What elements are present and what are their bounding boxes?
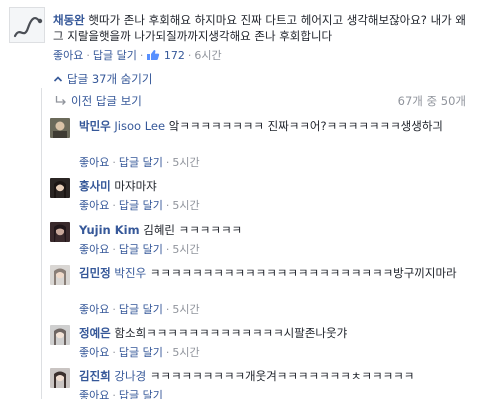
profile-photo-icon — [50, 222, 70, 242]
reply-mention[interactable]: Jisoo Lee — [114, 119, 165, 133]
squiggle-avatar-icon — [10, 8, 44, 42]
reply-author[interactable]: 김민정 — [79, 266, 111, 280]
reply-text: 박민우 Jisoo Lee 앜ㅋㅋㅋㅋㅋㅋㅋㅋ 진짜ㅋㅋ어?ㅋㅋㅋㅋㅋㅋㅋ생생하… — [79, 118, 471, 134]
reply-time[interactable]: 5시간 — [172, 156, 199, 169]
reply-author[interactable]: 김진희 — [79, 369, 111, 383]
reply-body: ㅋㅋㅋㅋㅋㅋㅋㅋㅋㅋㅋㅋㅋㅋㅋㅋㅋㅋㅋㅋㅋㅋㅋ방구끼지마라 — [149, 266, 457, 280]
profile-photo-icon — [50, 325, 70, 345]
reply-like-link[interactable]: 좋아요 — [79, 156, 109, 169]
reply-like-link[interactable]: 좋아요 — [79, 346, 109, 359]
reply-item: 정예은 함소희ㅋㅋㅋㅋㅋㅋㅋㅋㅋㅋㅋㅋㅋ시팔존나웃갸 좋아요 · 답글 달기 · 5시간 — [50, 325, 474, 365]
reply-time[interactable]: 5시간 — [172, 199, 199, 212]
reply-body: ㅋㅋㅋㅋㅋㅋㅋㅋㅋ개웃겨ㅋㅋㅋㅋㅋㅋㅋㅊㅋㅋㅋㅋㅋ — [149, 369, 415, 383]
top-comment-body: 햇따가 존나 후회해요 하지마요 진짜 다트고 헤어지고 생각해보잖아요? 내가… — [53, 13, 466, 43]
top-comment-text: 채동완 햇따가 존나 후회해요 하지마요 진짜 다트고 헤어지고 생각해보잖아요… — [53, 12, 471, 44]
previous-replies-link[interactable]: 이전 답글 보기 — [55, 94, 142, 108]
reply-body: 앜ㅋㅋㅋㅋㅋㅋㅋㅋ 진짜ㅋㅋ어?ㅋㅋㅋㅋㅋㅋㅋ생생하긔 — [168, 119, 443, 133]
reply-body: 김혜린 ㅋㅋㅋㅋㅋㅋ — [143, 223, 243, 237]
profile-photo-icon — [50, 265, 70, 285]
reply-meta: 좋아요 · 답글 달기 · 5시간 — [79, 199, 200, 212]
reply-like-link[interactable]: 좋아요 — [79, 303, 109, 316]
avatar[interactable] — [50, 178, 70, 198]
reply-like-link[interactable]: 좋아요 — [79, 243, 109, 256]
reply-time[interactable]: 5시간 — [172, 243, 199, 256]
reply-reply-link[interactable]: 답글 달기 — [119, 303, 163, 316]
reply-time[interactable]: 5시간 — [172, 303, 199, 316]
profile-photo-icon — [50, 178, 70, 198]
thumbs-up-icon — [147, 50, 160, 60]
reply-reply-link[interactable]: 답글 달기 — [119, 346, 163, 359]
reply-author[interactable]: 박민우 — [79, 119, 111, 133]
reply-item: Yujin Kim 김혜린 ㅋㅋㅋㅋㅋㅋ 좋아요 · 답글 달기 · 5시간 — [50, 222, 474, 262]
previous-replies-count: 67개 중 50개 — [397, 94, 466, 108]
reply-reply-link[interactable]: 답글 달기 — [119, 156, 163, 169]
reply-body: 함소희ㅋㅋㅋㅋㅋㅋㅋㅋㅋㅋㅋㅋㅋ시팔존나웃갸 — [114, 326, 348, 340]
reply-meta: 좋아요 · 답글 달기 · 5시간 — [79, 346, 200, 359]
reply-mention[interactable]: 강나경 — [114, 369, 146, 383]
reply-mention[interactable]: 박진우 — [114, 266, 146, 280]
top-comment-reply-link[interactable]: 답글 달기 — [93, 49, 137, 62]
reply-like-link[interactable]: 좋아요 — [79, 199, 109, 212]
profile-photo-icon — [50, 118, 70, 138]
avatar[interactable] — [50, 118, 70, 138]
top-comment-like-count[interactable]: 172 — [146, 49, 185, 62]
previous-replies-label: 이전 답글 보기 — [71, 94, 142, 108]
reply-meta: 좋아요 · 답글 달기 — [79, 389, 163, 399]
reply-author[interactable]: 홍사미 — [79, 179, 111, 193]
top-comment-avatar[interactable] — [9, 7, 45, 43]
reply-like-link[interactable]: 좋아요 — [79, 389, 109, 399]
chevron-up-icon — [53, 76, 63, 82]
reply-meta: 좋아요 · 답글 달기 · 5시간 — [79, 303, 200, 316]
reply-reply-link[interactable]: 답글 달기 — [119, 199, 163, 212]
hide-replies-link[interactable]: 답글 37개 숨기기 — [53, 70, 473, 88]
top-comment-author[interactable]: 채동완 — [53, 13, 85, 27]
top-comment-time[interactable]: 6시간 — [194, 49, 221, 62]
profile-photo-icon — [50, 368, 70, 388]
reply-author[interactable]: Yujin Kim — [79, 223, 140, 237]
avatar[interactable] — [50, 222, 70, 242]
top-comment-like-link[interactable]: 좋아요 — [53, 49, 83, 62]
replies-list: 이전 답글 보기 67개 중 50개 박민우 Jisoo Lee 앜ㅋㅋㅋㅋㅋㅋ… — [41, 88, 477, 399]
reply-item: 김민정 박진우 ㅋㅋㅋㅋㅋㅋㅋㅋㅋㅋㅋㅋㅋㅋㅋㅋㅋㅋㅋㅋㅋㅋㅋ방구끼지마라 좋아… — [50, 265, 474, 323]
reply-body: 마쟈마쟈 — [114, 179, 157, 193]
reply-text: 정예은 함소희ㅋㅋㅋㅋㅋㅋㅋㅋㅋㅋㅋㅋㅋ시팔존나웃갸 — [79, 325, 471, 341]
reply-text: Yujin Kim 김혜린 ㅋㅋㅋㅋㅋㅋ — [79, 222, 471, 238]
reply-text: 김민정 박진우 ㅋㅋㅋㅋㅋㅋㅋㅋㅋㅋㅋㅋㅋㅋㅋㅋㅋㅋㅋㅋㅋㅋㅋ방구끼지마라 — [79, 265, 471, 281]
reply-text: 김진희 강나경 ㅋㅋㅋㅋㅋㅋㅋㅋㅋ개웃겨ㅋㅋㅋㅋㅋㅋㅋㅊㅋㅋㅋㅋㅋ — [79, 368, 471, 384]
avatar[interactable] — [50, 325, 70, 345]
reply-meta: 좋아요 · 답글 달기 · 5시간 — [79, 156, 200, 169]
top-comment-like-number: 172 — [163, 49, 185, 62]
reply-item: 박민우 Jisoo Lee 앜ㅋㅋㅋㅋㅋㅋㅋㅋ 진짜ㅋㅋ어?ㅋㅋㅋㅋㅋㅋㅋ생생하… — [50, 118, 474, 176]
reply-item: 김진희 강나경 ㅋㅋㅋㅋㅋㅋㅋㅋㅋ개웃겨ㅋㅋㅋㅋㅋㅋㅋㅊㅋㅋㅋㅋㅋ 좋아요 · 답글… — [50, 368, 474, 399]
reply-text: 홍사미 마쟈마쟈 — [79, 178, 471, 194]
avatar[interactable] — [50, 368, 70, 388]
reply-reply-link[interactable]: 답글 달기 — [119, 243, 163, 256]
reply-item: 홍사미 마쟈마쟈 좋아요 · 답글 달기 · 5시간 — [50, 178, 474, 218]
hide-replies-label: 답글 37개 숨기기 — [67, 72, 153, 86]
avatar[interactable] — [50, 265, 70, 285]
reply-arrow-icon — [55, 96, 66, 105]
top-comment: 채동완 햇따가 존나 후회해요 하지마요 진짜 다트고 헤어지고 생각해보잖아요… — [0, 0, 477, 62]
reply-meta: 좋아요 · 답글 달기 · 5시간 — [79, 243, 200, 256]
reply-time[interactable]: 5시간 — [172, 346, 199, 359]
reply-reply-link[interactable]: 답글 달기 — [119, 389, 163, 399]
previous-replies-row: 이전 답글 보기 67개 중 50개 — [55, 93, 474, 109]
top-comment-meta: 좋아요 · 답글 달기 · 172 · 6시간 — [53, 49, 222, 62]
reply-author[interactable]: 정예은 — [79, 326, 111, 340]
